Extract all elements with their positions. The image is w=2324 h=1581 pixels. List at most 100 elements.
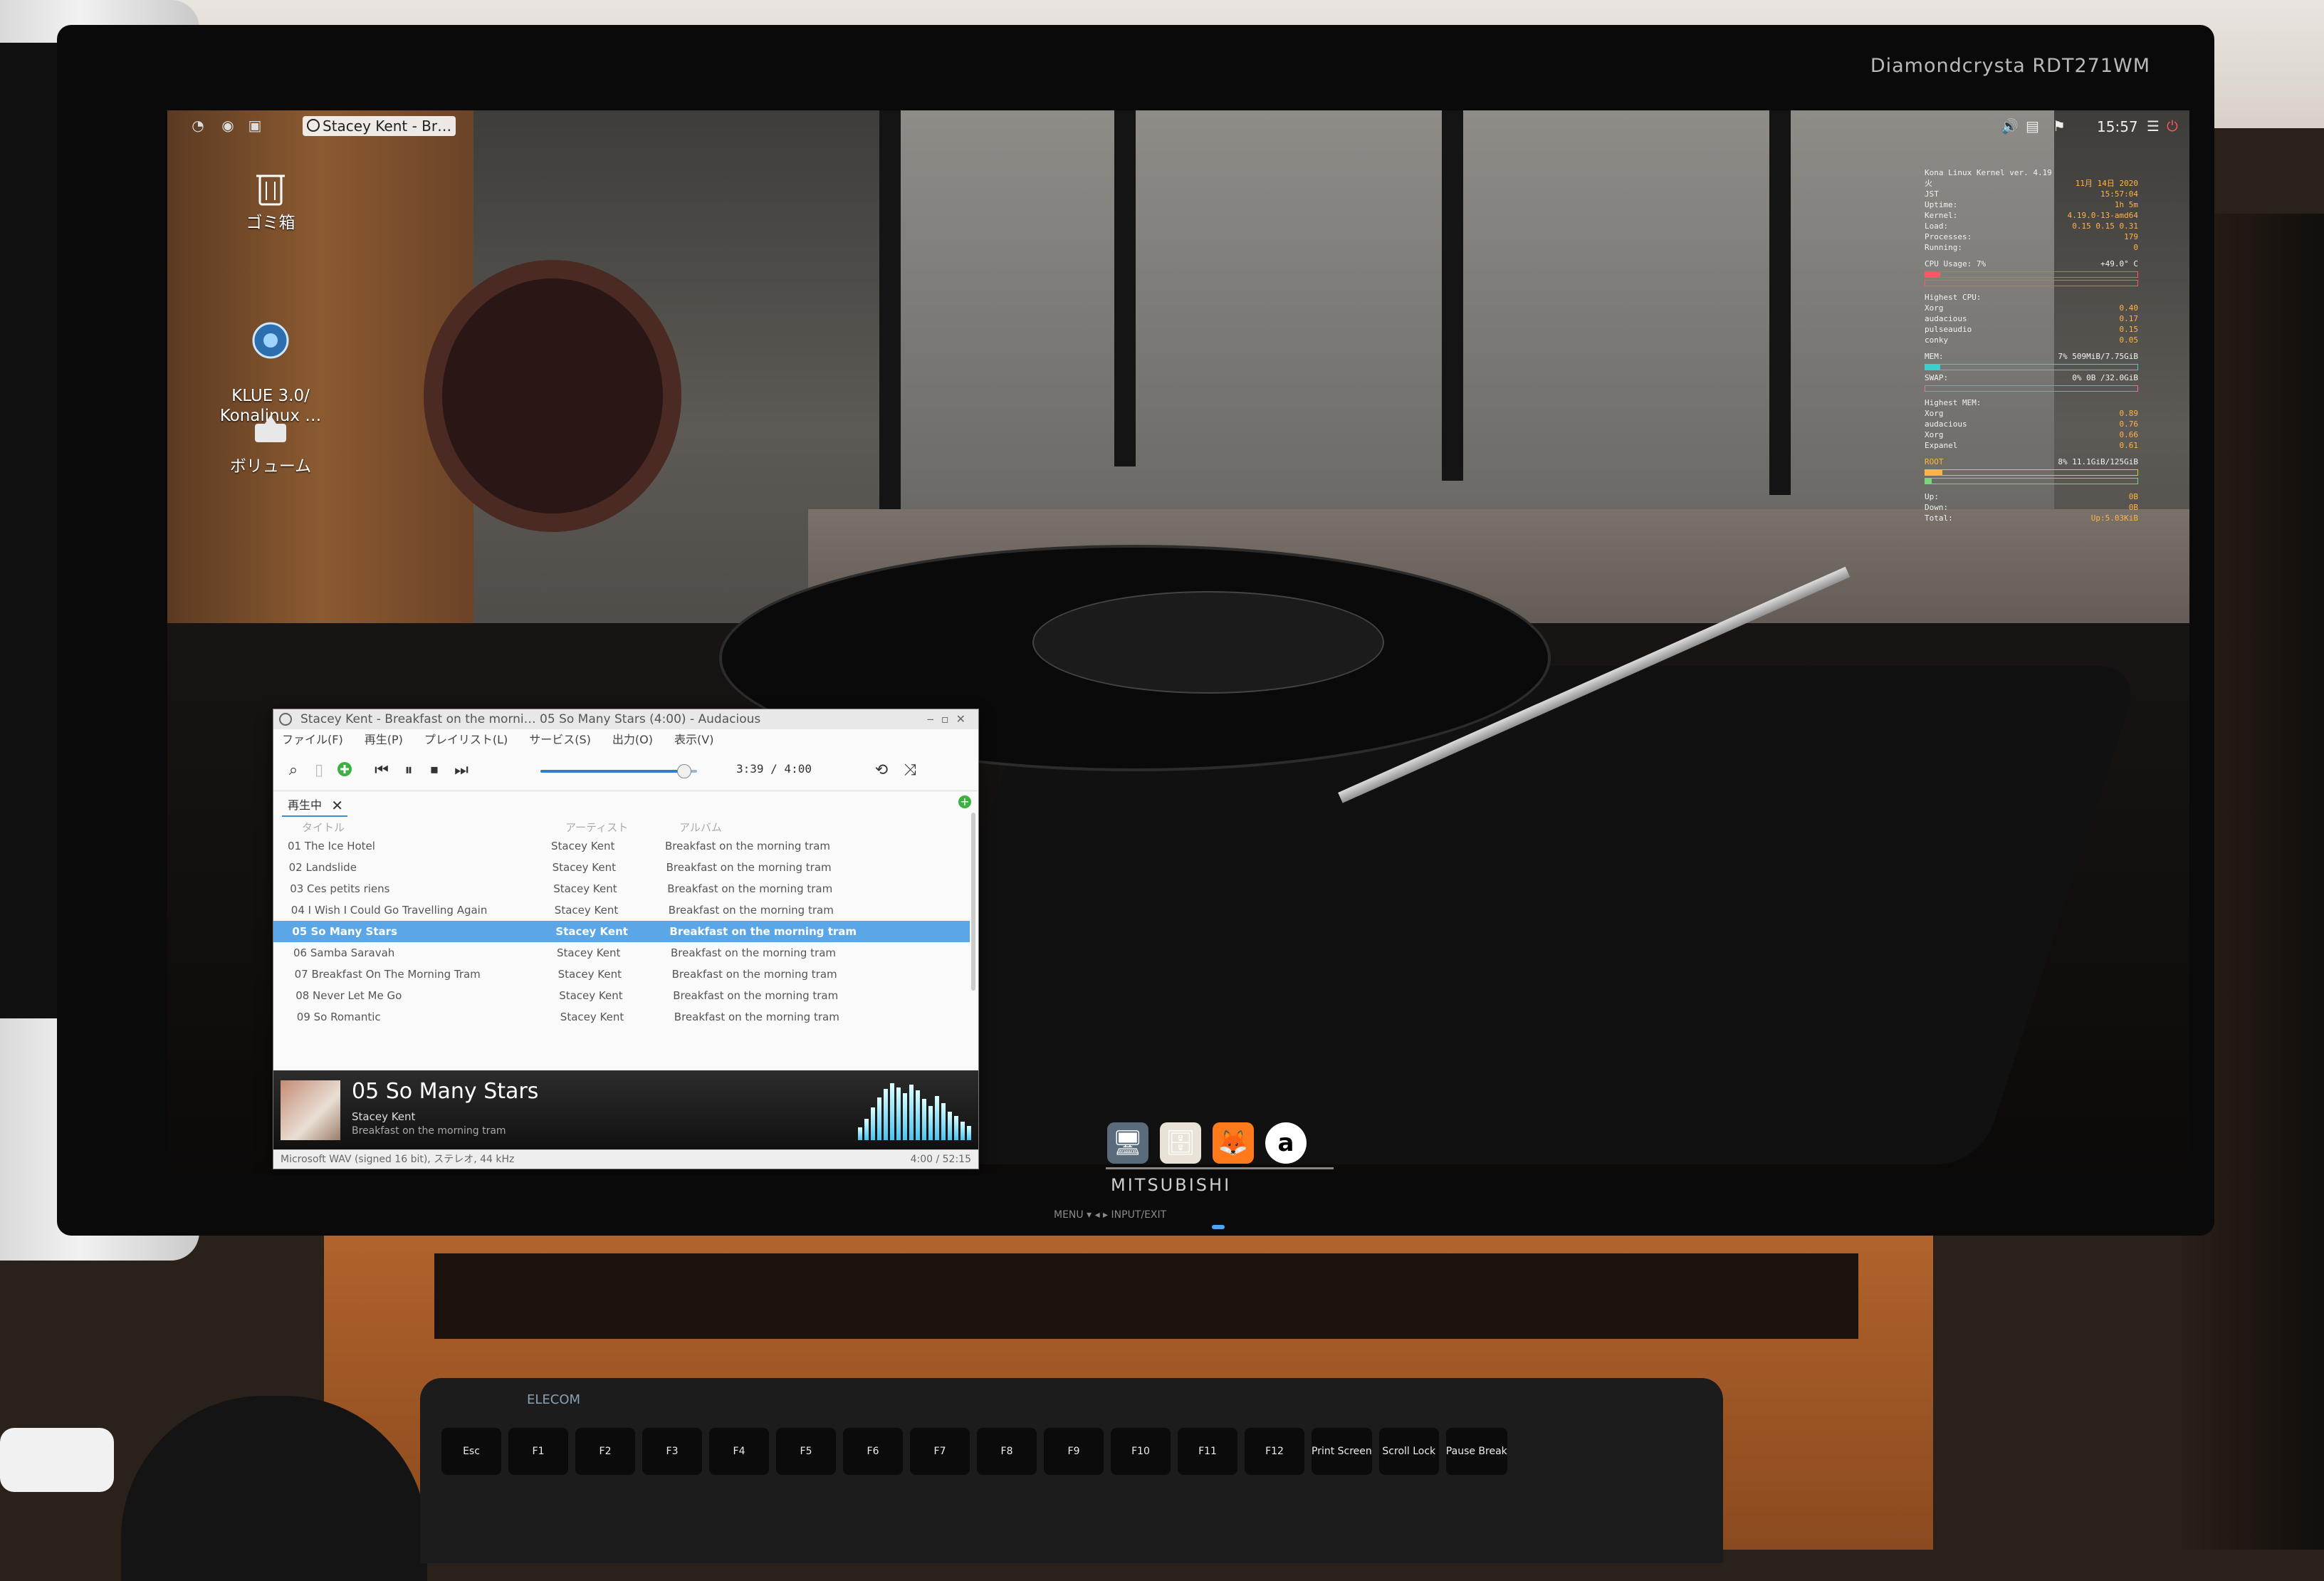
playlist-row[interactable]: 08 Never Let Me Go Stacey Kent Breakfast o… — [273, 985, 970, 1006]
new-playlist-button[interactable]: + — [958, 795, 971, 808]
stop-button[interactable]: ⏹ — [424, 761, 444, 781]
close-tab-icon[interactable]: ✕ — [331, 795, 343, 815]
track-artist: Stacey Kent — [552, 861, 617, 874]
clock[interactable]: 15:57 — [2097, 118, 2138, 135]
window-titlebar[interactable]: Stacey Kent - Breakfast on the morni… 05… — [273, 709, 978, 729]
playlist-scrollbar[interactable] — [971, 813, 975, 991]
desktop-icon-volume[interactable]: ボリューム — [210, 409, 331, 476]
playlist-row[interactable]: 01 The Ice Hotel Stacey Kent Breakfast on … — [273, 835, 970, 857]
search-icon[interactable]: ⌕ — [283, 761, 303, 781]
conky-row: pulseaudio 0.15 — [1925, 325, 2138, 334]
repeat-icon[interactable]: ⟲ — [872, 761, 891, 781]
keyboard-key[interactable]: Scroll Lock — [1378, 1428, 1439, 1475]
menu-item[interactable]: ファイル(F) — [282, 729, 343, 751]
window-frame — [879, 110, 901, 509]
keyboard-key[interactable]: F1 — [508, 1428, 568, 1475]
add-file-button[interactable] — [335, 761, 355, 781]
desktop-icon-trash[interactable]: ゴミ箱 — [210, 166, 331, 233]
seek-handle[interactable] — [676, 764, 691, 778]
desktop-icon-label: ボリューム — [229, 457, 312, 476]
menu-icon[interactable]: ◔ — [189, 118, 207, 133]
open-file-icon[interactable]: ▯ — [309, 761, 329, 781]
playlist-header: タイトル アーティスト アルバム — [273, 817, 978, 835]
menu-item[interactable]: 再生(P) — [365, 729, 403, 751]
track-artist: Stacey Kent — [557, 946, 621, 959]
keyboard-key[interactable]: F9 — [1044, 1428, 1104, 1475]
playlist-row[interactable]: 06 Samba Saravah Stacey Kent Breakfast on … — [273, 942, 970, 964]
terminal-icon[interactable]: ▣ — [246, 118, 264, 133]
playlist-row[interactable]: 02 Landslide Stacey Kent Breakfast on the … — [273, 857, 970, 878]
keyboard-key[interactable]: F2 — [575, 1428, 635, 1475]
visualizer-bar — [871, 1107, 875, 1140]
seek-slider[interactable] — [540, 764, 697, 778]
spectrum-visualizer — [858, 1083, 971, 1140]
keyboard-key[interactable]: F10 — [1111, 1428, 1171, 1475]
conky-disk-row: ROOT 8% 11.1GiB/125GiB — [1925, 457, 2138, 466]
taskbar-audacious-button[interactable]: Stacey Kent - Br… — [303, 116, 456, 136]
keyboard-key[interactable]: F6 — [843, 1428, 903, 1475]
next-track-button[interactable]: ⏭ — [451, 761, 471, 781]
menu-item[interactable]: プレイリスト(L) — [424, 729, 508, 751]
playlist-row[interactable]: 04 I Wish I Could Go Travelling Again Sta… — [273, 899, 970, 921]
keyboard-key[interactable]: F3 — [642, 1428, 702, 1475]
keyboard-key[interactable]: F12 — [1245, 1428, 1304, 1475]
speaker-volume-icon[interactable]: 🔊 — [2001, 118, 2019, 135]
logout-icon[interactable]: ⏻ — [2167, 118, 2178, 135]
menu-lines-icon[interactable]: ☰ — [2147, 118, 2160, 135]
track-title: 04 I Wish I Could Go Travelling Again — [290, 904, 488, 917]
track-album: Breakfast on the morning tram — [671, 968, 837, 981]
keyboard-key[interactable]: F11 — [1178, 1428, 1237, 1475]
menu-item[interactable]: 表示(V) — [674, 729, 713, 751]
keyboard-key[interactable]: Pause Break — [1445, 1428, 1507, 1475]
shuffle-icon[interactable]: ⤨ — [900, 761, 920, 781]
tab-now-playing[interactable]: 再生中 ✕ — [282, 795, 348, 817]
keyboard-key[interactable]: F4 — [709, 1428, 769, 1475]
playlist-row[interactable]: 05 So Many Stars Stacey Kent Breakfast on … — [273, 921, 970, 942]
conky-header: Kona Linux Kernel ver. 4.19 — [1925, 168, 2052, 177]
window-controls[interactable]: ‒▫✕ — [927, 709, 973, 729]
track-title: 05 So Many Stars — [292, 925, 397, 938]
now-playing-title: 05 So Many Stars — [352, 1079, 539, 1104]
dock-anydesk-icon[interactable]: a — [1265, 1122, 1307, 1164]
browser-icon[interactable]: ◉ — [219, 118, 237, 133]
keyboard-key[interactable]: F5 — [776, 1428, 836, 1475]
playlist-row[interactable]: 09 So Romantic Stacey Kent Breakfast on th… — [273, 1006, 970, 1028]
conky-system-rows: 火 11月 14日 2020 JST 15:57:04 Uptime: 1h 5m Kern… — [1925, 178, 2138, 253]
disk-usage-bar-2 — [1925, 478, 2138, 484]
window-frame — [1769, 110, 1791, 495]
menu-item[interactable]: サービス(S) — [529, 729, 591, 751]
column-artist[interactable]: アーティスト — [565, 820, 628, 835]
dock-monitor-icon[interactable]: 🖥 — [1107, 1122, 1148, 1164]
visualizer-bar — [954, 1116, 958, 1140]
column-title[interactable]: タイトル — [302, 820, 345, 835]
keyboard-key[interactable]: Print Screen — [1312, 1428, 1372, 1475]
conky-row: Xorg 0.66 — [1925, 430, 2138, 439]
dock-firefox-icon[interactable]: 🦊 — [1213, 1122, 1254, 1164]
keyboard-key[interactable]: F7 — [910, 1428, 970, 1475]
playlist-row[interactable]: 03 Ces petits riens Stacey Kent Breakfast … — [273, 878, 970, 899]
playlist-row[interactable]: 07 Breakfast On The Morning Tram Stacey K… — [273, 964, 970, 985]
menu-item[interactable]: 出力(O) — [612, 729, 653, 751]
track-album: Breakfast on the morning tram — [668, 904, 834, 917]
previous-track-button[interactable]: ⏮ — [372, 761, 392, 781]
audacious-icon — [307, 119, 320, 132]
system-monitor-widget: Kona Linux Kernel ver. 4.19 火 11月 14日 202… — [1925, 167, 2138, 523]
track-album: Breakfast on the morning tram — [666, 861, 832, 874]
update-icon[interactable]: ⚑ — [2053, 118, 2066, 135]
track-artist: Stacey Kent — [560, 1011, 624, 1023]
monitor-controls[interactable]: MENU ▾ ◂ ▸ INPUT/EXIT — [1054, 1209, 1166, 1221]
track-artist: Stacey Kent — [553, 882, 617, 895]
visualizer-bar — [858, 1127, 862, 1140]
network-icon[interactable]: ▤ — [2026, 118, 2039, 135]
album-art — [281, 1080, 340, 1140]
conky-row: JST 15:57:04 — [1925, 189, 2138, 199]
keyboard-key[interactable]: F8 — [977, 1428, 1037, 1475]
column-album[interactable]: アルバム — [679, 820, 722, 835]
pause-button[interactable]: ⏸ — [399, 761, 419, 781]
track-title: 06 Samba Saravah — [293, 946, 395, 959]
dock-files-icon[interactable]: 🗄 — [1160, 1122, 1201, 1164]
desktop-icon-klue[interactable]: KLUE 3.0/ Konalinux … — [210, 299, 331, 426]
audacious-window[interactable]: Stacey Kent - Breakfast on the morni… 05… — [273, 709, 979, 1169]
keyboard-key[interactable]: Esc — [441, 1428, 501, 1475]
conky-row: Processes: 179 — [1925, 232, 2138, 241]
